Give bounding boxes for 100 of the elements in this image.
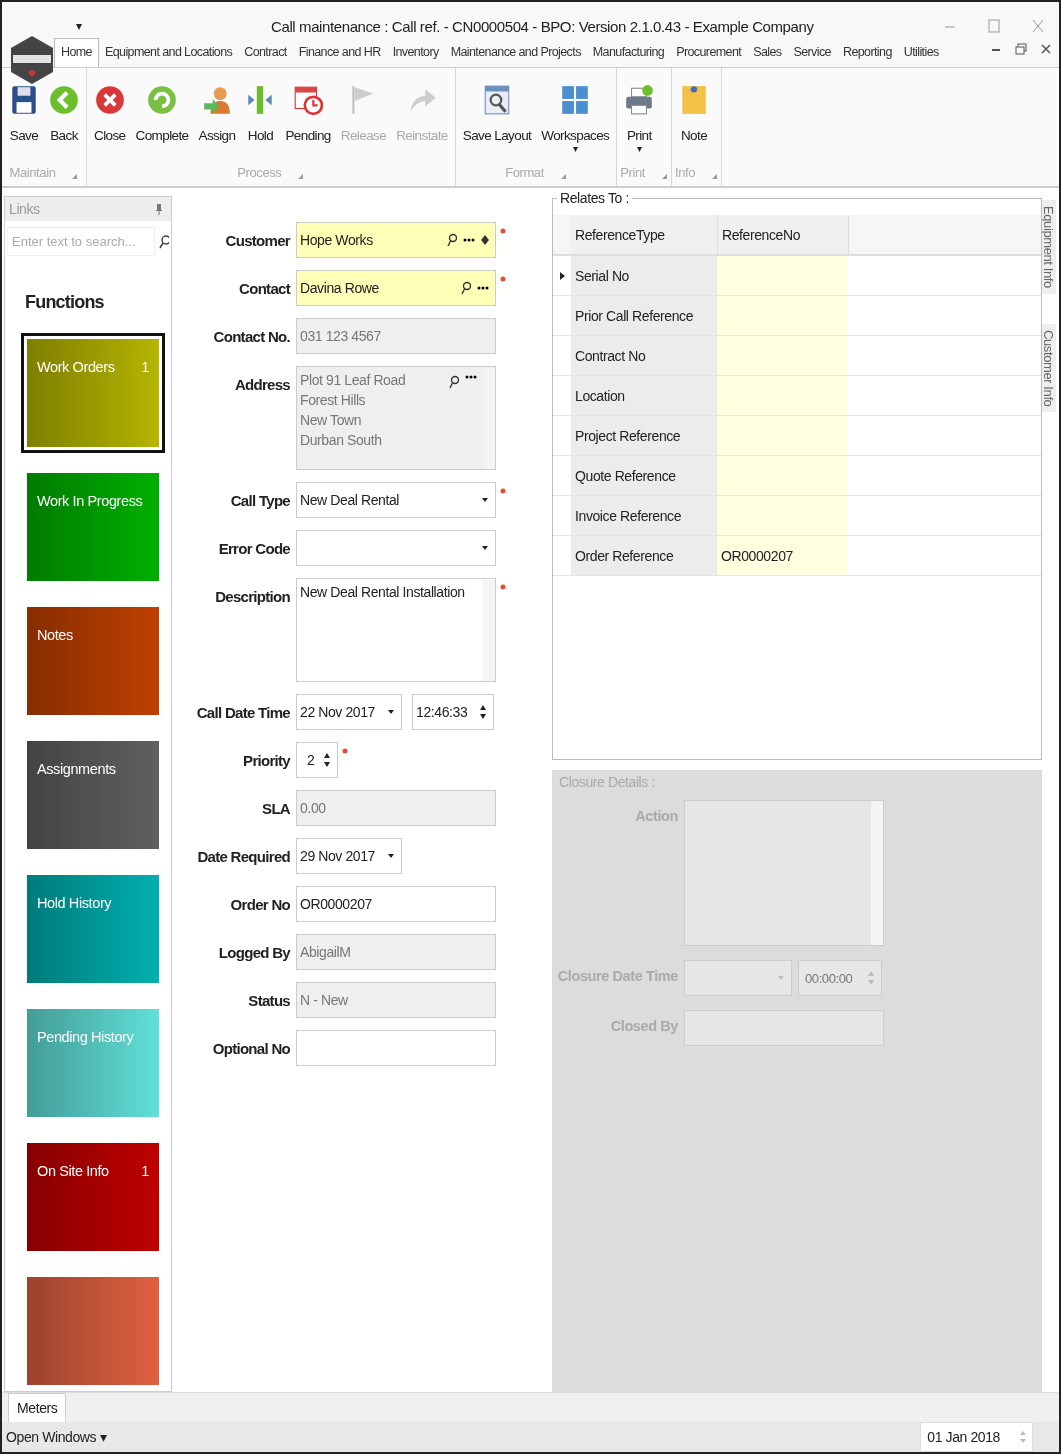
address-line: Durban South — [300, 432, 383, 448]
lookup-field[interactable]: Hope Works — [296, 222, 496, 258]
search-icon[interactable] — [449, 375, 459, 389]
tile-label: On Site Info — [37, 1163, 109, 1179]
spin-arrows-icon[interactable] — [479, 703, 487, 721]
dropdown-field[interactable]: New Deal Rental — [296, 482, 496, 518]
ribbon-button[interactable]: Save Layout — [458, 82, 536, 145]
function-tile[interactable]: Hold History — [27, 875, 159, 983]
function-tile[interactable]: Work In Progress — [27, 473, 159, 581]
close-icon — [94, 84, 125, 116]
ellipsis-icon[interactable] — [463, 238, 475, 242]
quick-access-dropdown[interactable]: ▾ — [76, 19, 82, 33]
dropdown-arrow-icon[interactable] — [481, 497, 489, 503]
ribbon-tab[interactable]: Utilities — [897, 39, 945, 67]
ribbon-tab[interactable]: Manufacturing — [586, 39, 671, 67]
open-windows-menu[interactable]: Open Windows ▾ — [6, 1429, 107, 1445]
tile-label: Work In Progress — [37, 493, 143, 509]
tile-label: Pending History — [37, 1029, 134, 1045]
ribbon-tab[interactable]: Service — [787, 39, 837, 67]
ribbon-button[interactable]: Pending — [281, 82, 335, 145]
ribbon-tab[interactable]: Finance and HR — [292, 39, 387, 67]
side-tab[interactable]: Customer Info — [1042, 323, 1056, 413]
search-icon[interactable] — [447, 233, 457, 247]
dialog-launcher-icon[interactable] — [559, 173, 567, 180]
ribbon-tab[interactable]: Equipment and Locations — [98, 39, 239, 67]
ribbon-tab[interactable]: Inventory — [386, 39, 445, 67]
field-label: Status — [247, 991, 291, 1009]
ribbon-button[interactable]: Assign — [194, 82, 240, 145]
ribbon-button[interactable]: Hold — [241, 82, 280, 145]
ribbon-tab[interactable]: Contract — [238, 39, 293, 67]
spin-arrows-icon[interactable] — [323, 751, 331, 769]
search-icon[interactable] — [461, 281, 471, 295]
field-label: Address — [233, 375, 291, 393]
function-tile[interactable]: Work Orders 1 — [27, 339, 159, 447]
time-field[interactable]: 12:46:33 — [412, 694, 494, 730]
table-cell[interactable] — [717, 376, 847, 415]
function-tile[interactable]: Assignments — [27, 741, 159, 849]
table-cell: Serial No — [571, 256, 717, 295]
text-area[interactable]: New Deal Rental Installation — [296, 578, 496, 682]
field-label: Logged By — [217, 943, 292, 961]
table-cell: Order Reference — [571, 536, 717, 575]
ribbon-button[interactable]: Save — [5, 82, 43, 145]
ribbon-tab[interactable]: Reporting — [836, 39, 898, 67]
ribbon-tab[interactable]: Procurement — [670, 39, 748, 67]
text-field[interactable]: OR0000207 — [296, 886, 496, 922]
side-tab[interactable]: Equipment Info — [1042, 200, 1056, 294]
function-tile[interactable] — [27, 1277, 159, 1385]
ribbon-button[interactable]: Note — [675, 82, 713, 145]
dropdown-field[interactable] — [296, 530, 496, 566]
table-cell: Contract No — [571, 336, 717, 375]
maximize-icon[interactable] — [987, 19, 1001, 33]
section-heading: Functions — [24, 291, 105, 314]
number-spinner[interactable]: 2 — [296, 742, 338, 778]
date-field[interactable]: 29 Nov 2017 — [296, 838, 402, 874]
ribbon-button[interactable]: Workspaces ▾ — [537, 82, 614, 156]
bottom-tab[interactable]: Meters — [8, 1393, 67, 1422]
window-title: Call maintenance : Call ref. - CN0000504 - BPO: Version 2.1.0.43 - Example Company — [270, 17, 814, 35]
lookup-field[interactable]: Davina Rowe — [296, 270, 496, 306]
dialog-launcher-icon[interactable] — [297, 173, 305, 180]
close-icon[interactable] — [1041, 44, 1051, 54]
dropdown-arrow-icon[interactable] — [481, 545, 489, 551]
table-cell[interactable] — [717, 496, 847, 535]
function-tile[interactable]: Notes — [27, 607, 159, 715]
date-spinner[interactable]: 01 Jan 2018 — [920, 1422, 1033, 1452]
dropdown-arrow-icon[interactable] — [387, 709, 395, 715]
ellipsis-icon[interactable] — [465, 375, 477, 379]
scrollbar[interactable] — [483, 580, 495, 681]
dropdown-arrow-icon[interactable] — [387, 853, 395, 859]
ribbon-button[interactable]: Close — [90, 82, 130, 145]
sticky-note-icon — [679, 84, 709, 116]
time-field: 00:00:00 — [798, 960, 882, 996]
address-line: Plot 91 Leaf Road — [300, 372, 407, 388]
ribbon-tab[interactable]: Sales — [747, 39, 788, 67]
restore-icon[interactable] — [1015, 43, 1027, 55]
ribbon-button[interactable]: Complete — [131, 82, 193, 145]
ribbon-button[interactable]: Back — [45, 82, 83, 145]
table-cell[interactable] — [717, 256, 847, 295]
scrollbar[interactable] — [483, 368, 495, 469]
ribbon-tab[interactable]: Maintenance and Projects — [444, 39, 587, 67]
date-field[interactable]: 22 Nov 2017 — [296, 694, 402, 730]
dropdown-arrow-icon — [777, 975, 785, 981]
ribbon-tab[interactable]: Home — [54, 38, 99, 67]
dialog-launcher-icon[interactable] — [711, 173, 719, 180]
ellipsis-icon[interactable] — [477, 286, 489, 290]
text-field[interactable] — [296, 1030, 496, 1066]
table-cell: Location — [571, 376, 717, 415]
table-cell[interactable]: OR0000207 — [717, 536, 847, 575]
ribbon-button[interactable]: Print ▾ — [620, 82, 659, 156]
search-field[interactable]: Enter text to search... — [7, 227, 155, 256]
dialog-launcher-icon[interactable] — [661, 173, 668, 180]
table-cell[interactable] — [717, 416, 847, 455]
dialog-launcher-icon[interactable] — [71, 173, 79, 180]
column-header[interactable]: ReferenceNo — [718, 215, 849, 254]
table-cell[interactable] — [717, 296, 847, 335]
field-label: Date Required — [196, 847, 291, 865]
tile-label: Notes — [37, 627, 73, 643]
table-cell[interactable] — [717, 456, 847, 495]
column-header[interactable]: ReferenceType — [571, 215, 718, 254]
function-tile[interactable]: On Site Info 1 — [27, 1143, 159, 1251]
table-cell[interactable] — [717, 336, 847, 375]
